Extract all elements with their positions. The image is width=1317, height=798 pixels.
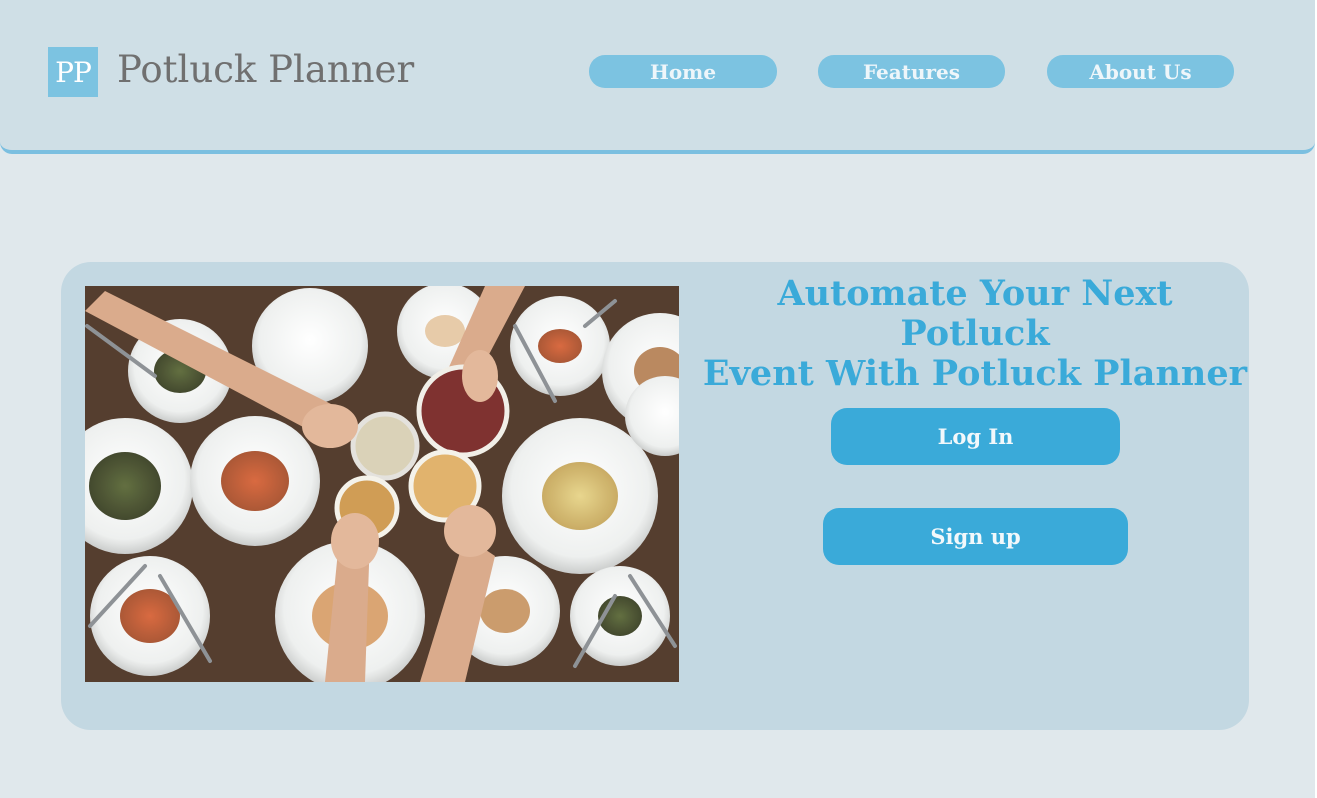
brand-name[interactable]: Potluck Planner bbox=[117, 48, 414, 91]
nav-home-button[interactable]: Home bbox=[589, 55, 777, 88]
log-in-button[interactable]: Log In bbox=[831, 408, 1120, 465]
sign-up-button[interactable]: Sign up bbox=[823, 508, 1128, 565]
nav-about-us-button[interactable]: About Us bbox=[1047, 55, 1234, 88]
logo-badge[interactable]: PP bbox=[48, 47, 98, 97]
hero-headline-line-1: Automate Your Next Potluck bbox=[777, 273, 1173, 354]
hero-headline: Automate Your Next Potluck Event With Po… bbox=[700, 274, 1250, 394]
site-header: PP Potluck Planner Home Features About U… bbox=[0, 0, 1315, 154]
nav-features-button[interactable]: Features bbox=[818, 55, 1005, 88]
dinner-table-illustration bbox=[85, 286, 679, 682]
hero-headline-line-2: Event With Potluck Planner bbox=[702, 353, 1248, 394]
hero-photo bbox=[85, 286, 679, 682]
